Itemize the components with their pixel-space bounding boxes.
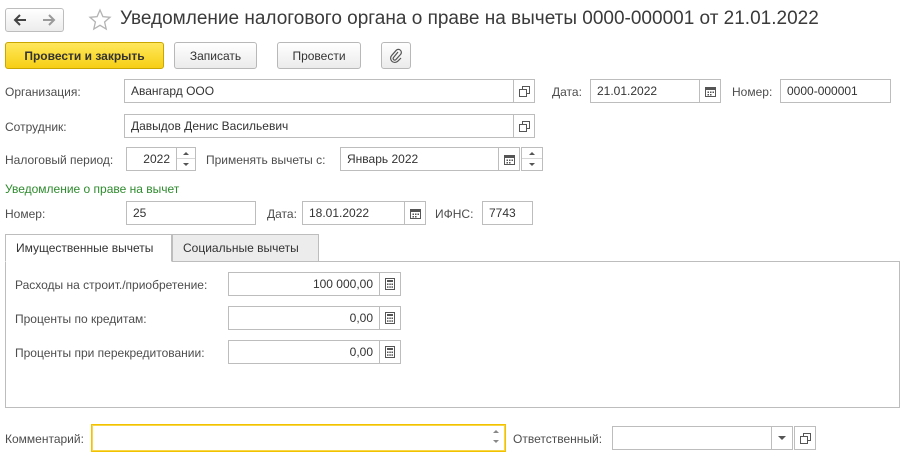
save-button[interactable]: Записать: [174, 42, 257, 69]
expenses-label: Расходы на строит./приобретение:: [15, 278, 208, 292]
apply-from-label: Применять вычеты с:: [206, 153, 326, 167]
forward-button[interactable]: [34, 8, 64, 32]
tax-period-field[interactable]: 2022: [126, 147, 177, 171]
stepper-down-icon[interactable]: [522, 159, 542, 170]
apply-from-calendar-button[interactable]: [498, 147, 520, 171]
organization-label: Организация:: [5, 85, 81, 99]
calendar-icon: [704, 86, 716, 97]
responsible-dropdown-button[interactable]: [771, 426, 793, 450]
comment-label: Комментарий:: [5, 432, 84, 446]
date-label: Дата:: [552, 85, 582, 99]
ifns-label: ИФНС:: [435, 207, 474, 221]
chevron-down-icon: [778, 436, 786, 440]
favorite-star-icon[interactable]: [88, 7, 112, 33]
employee-label: Сотрудник:: [5, 120, 67, 134]
number-label: Номер:: [732, 85, 773, 99]
arrow-left-icon: [13, 14, 26, 26]
comment-scroll-up-icon[interactable]: [493, 430, 499, 433]
post-button[interactable]: Провести: [277, 42, 361, 69]
stepper-up-icon[interactable]: [177, 148, 195, 159]
calendar-icon: [409, 208, 421, 219]
apply-from-stepper[interactable]: [521, 147, 543, 171]
tab-property-deductions[interactable]: Имущественные вычеты: [5, 234, 172, 262]
employee-field[interactable]: Давыдов Денис Васильевич: [124, 114, 514, 138]
open-form-icon: [518, 85, 530, 97]
loan-interest-label: Проценты по кредитам:: [15, 312, 147, 326]
number-field[interactable]: 0000-000001: [780, 79, 891, 103]
open-form-icon: [799, 432, 811, 444]
tax-period-stepper[interactable]: [176, 147, 196, 171]
refinance-interest-field[interactable]: 0,00: [228, 340, 380, 364]
notice-date-field[interactable]: 18.01.2022: [302, 201, 405, 225]
calendar-icon: [503, 154, 515, 165]
notice-number-label: Номер:: [5, 207, 46, 221]
notice-date-calendar-button[interactable]: [404, 201, 426, 225]
calculator-icon: [385, 312, 395, 324]
refinance-interest-calculator-button[interactable]: [379, 340, 401, 364]
notice-section-title: Уведомление о праве на вычет: [5, 182, 180, 196]
back-button[interactable]: [5, 8, 35, 32]
date-field[interactable]: 21.01.2022: [590, 79, 700, 103]
refinance-interest-label: Проценты при перекредитовании:: [15, 346, 205, 360]
page-title: Уведомление налогового органа о праве на…: [120, 8, 819, 29]
ifns-field[interactable]: 7743: [482, 201, 533, 225]
employee-open-button[interactable]: [513, 114, 535, 138]
comment-field[interactable]: [91, 424, 506, 452]
post-and-close-button[interactable]: Провести и закрыть: [5, 42, 164, 69]
date-calendar-button[interactable]: [699, 79, 721, 103]
attach-button[interactable]: [381, 42, 411, 69]
stepper-down-icon[interactable]: [177, 159, 195, 170]
responsible-field[interactable]: [612, 426, 772, 450]
expenses-field[interactable]: 100 000,00: [228, 272, 380, 296]
loan-interest-calculator-button[interactable]: [379, 306, 401, 330]
expenses-calculator-button[interactable]: [379, 272, 401, 296]
paperclip-icon: [390, 48, 402, 63]
tax-period-label: Налоговый период:: [5, 153, 114, 167]
responsible-open-button[interactable]: [794, 426, 816, 450]
arrow-right-icon: [42, 14, 55, 26]
stepper-up-icon[interactable]: [522, 148, 542, 159]
notice-date-label: Дата:: [267, 207, 297, 221]
calculator-icon: [385, 346, 395, 358]
notice-number-field[interactable]: 25: [126, 201, 256, 225]
responsible-label: Ответственный:: [513, 432, 603, 446]
apply-from-field[interactable]: Январь 2022: [340, 147, 499, 171]
tab-social-deductions[interactable]: Социальные вычеты: [172, 234, 319, 262]
open-form-icon: [518, 120, 530, 132]
organization-open-button[interactable]: [513, 79, 535, 103]
organization-field[interactable]: Авангард ООО: [124, 79, 514, 103]
calculator-icon: [385, 278, 395, 290]
comment-scroll-down-icon[interactable]: [493, 440, 499, 443]
loan-interest-field[interactable]: 0,00: [228, 306, 380, 330]
